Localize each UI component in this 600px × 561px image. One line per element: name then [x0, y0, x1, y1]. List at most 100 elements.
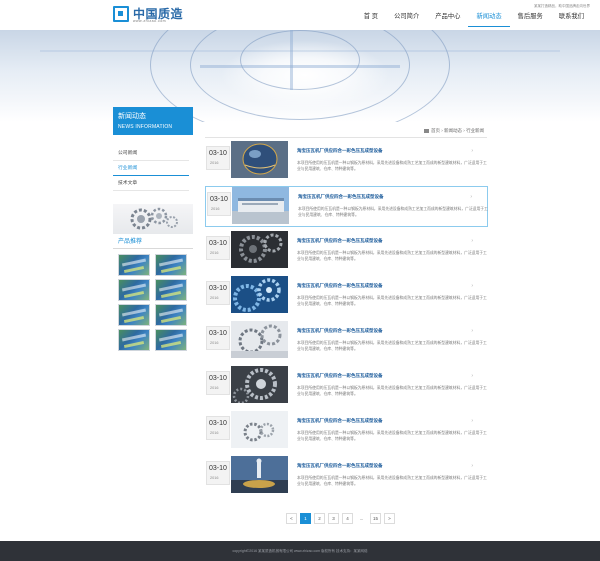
news-item[interactable]: 03-10 2016 淘宝压瓦机厂供应四合一彩色压瓦成型设备 本项目所使用的压瓦… — [205, 231, 488, 272]
hero-banner — [0, 30, 600, 122]
products-title: 产品推荐 — [113, 236, 193, 249]
page-ellipsis: ... — [356, 513, 367, 524]
header-slogan: 某某打造精品，助中国品牌走向世界 — [534, 4, 590, 8]
nav-service[interactable]: 售后服务 — [510, 13, 551, 27]
product-thumbnail[interactable] — [155, 329, 187, 351]
news-item[interactable]: 03-10 2016 淘宝压瓦机厂供应四合一彩色压瓦成型设备 本项目所使用的压瓦… — [205, 456, 488, 497]
date-box: 03-10 2016 — [206, 416, 230, 440]
banner-beam — [200, 65, 400, 68]
news-summary: 本项目所使用的压瓦机是一种以钢板为原材料，采用先进设备和成熟工艺加工而成的新型建… — [297, 296, 487, 306]
date-year: 2016 — [210, 386, 219, 390]
product-thumbnail[interactable] — [118, 304, 150, 326]
date-month-day: 03-10 — [209, 465, 227, 472]
more-arrow-icon[interactable]: › — [471, 328, 473, 334]
logo-icon — [113, 6, 129, 22]
news-thumbnail[interactable] — [231, 231, 288, 268]
business-image — [231, 456, 288, 493]
news-item[interactable]: 03-10 2016 淘宝压瓦机厂供应四合一彩色压瓦成型设备 本项目所使用的压瓦… — [205, 411, 488, 452]
breadcrumb-divider — [205, 137, 487, 138]
site-logo[interactable]: 中国质造 www.zhizao.com — [113, 6, 183, 24]
news-thumbnail[interactable] — [231, 411, 288, 448]
nav-contact[interactable]: 联系我们 — [551, 13, 592, 27]
product-thumbnail[interactable] — [155, 279, 187, 301]
news-title[interactable]: 淘宝压瓦机厂供应四合一彩色压瓦成型设备 — [297, 283, 383, 289]
news-summary: 本项目所使用的压瓦机是一种以钢板为原材料，采用先进设备和成熟工艺加工而成的新型建… — [297, 341, 487, 351]
breadcrumb-news[interactable]: 新闻动态 — [444, 128, 462, 133]
banner-arc — [240, 30, 360, 90]
news-item[interactable]: 03-10 2016 淘宝压瓦机厂供应四合一彩色压瓦成型设备 本项目所使用的压瓦… — [205, 321, 488, 362]
news-thumbnail[interactable] — [231, 366, 288, 403]
product-thumbnail[interactable] — [118, 329, 150, 351]
news-thumbnail[interactable] — [232, 187, 289, 224]
sidebar-item-company-news[interactable]: 公司新闻 — [113, 146, 189, 161]
product-thumbnail[interactable] — [155, 254, 187, 276]
date-year: 2016 — [210, 161, 219, 165]
news-summary: 本项目所使用的压瓦机是一种以钢板为原材料，采用先进设备和成熟工艺加工而成的新型建… — [297, 431, 487, 441]
news-title[interactable]: 淘宝压瓦机厂供应四合一彩色压瓦成型设备 — [297, 328, 383, 334]
pagination: < 1 2 3 4 ... 15 > — [286, 513, 395, 524]
more-arrow-icon[interactable]: › — [471, 373, 473, 379]
date-year: 2016 — [210, 476, 219, 480]
news-title[interactable]: 淘宝压瓦机厂供应四合一彩色压瓦成型设备 — [297, 373, 383, 379]
nav-news[interactable]: 新闻动态 — [468, 13, 510, 27]
date-month-day: 03-10 — [209, 330, 227, 337]
news-item[interactable]: 03-10 2016 淘宝压瓦机厂供应四合一彩色压瓦成型设备 本项目所使用的压瓦… — [205, 276, 488, 317]
factory-image — [232, 187, 289, 224]
nav-home[interactable]: 首 页 — [356, 13, 386, 27]
product-thumbnail[interactable] — [118, 254, 150, 276]
sidebar-item-tech-articles[interactable]: 技术文章 — [113, 176, 189, 191]
date-box: 03-10 2016 — [206, 326, 230, 350]
prev-page-button[interactable]: < — [286, 513, 297, 524]
more-arrow-icon[interactable]: › — [471, 148, 473, 154]
main-nav: 首 页 公司简介 产品中心 新闻动态 售后服务 联系我们 — [356, 13, 592, 27]
page-button-1[interactable]: 1 — [300, 513, 311, 524]
more-arrow-icon[interactable]: › — [471, 418, 473, 424]
date-box: 03-10 2016 — [206, 236, 230, 260]
news-item[interactable]: 03-10 2016 淘宝压瓦机厂供应四合一彩色压瓦成型设备 本项目所使用的压瓦… — [205, 366, 488, 407]
more-arrow-icon[interactable]: › — [471, 283, 473, 289]
more-arrow-icon[interactable]: › — [470, 194, 472, 200]
news-item[interactable]: 03-10 2016 淘宝压瓦机厂供应四合一彩色压瓦成型设备 本项目所使用的压瓦… — [205, 141, 488, 182]
product-thumbnail[interactable] — [155, 304, 187, 326]
news-thumbnail[interactable] — [231, 141, 288, 178]
page-button-3[interactable]: 3 — [328, 513, 339, 524]
date-month-day: 03-10 — [210, 196, 228, 203]
date-year: 2016 — [210, 341, 219, 345]
sidebar-item-industry-news[interactable]: 行业新闻 — [113, 161, 189, 176]
news-summary: 本项目所使用的压瓦机是一种以钢板为原材料，采用先进设备和成熟工艺加工而成的新型建… — [297, 386, 487, 396]
white-gears-image — [231, 321, 288, 358]
news-thumbnail[interactable] — [231, 276, 288, 313]
news-item[interactable]: 03-10 2016 淘宝压瓦机厂供应四合一彩色压瓦成型设备 本项目所使用的压瓦… — [205, 186, 488, 227]
nav-about[interactable]: 公司简介 — [386, 13, 427, 27]
breadcrumb-home[interactable]: 首页 — [431, 128, 440, 133]
nav-products[interactable]: 产品中心 — [427, 13, 468, 27]
sidebar-title-en: NEWS INFORMATION — [118, 124, 173, 130]
news-summary: 本项目所使用的压瓦机是一种以钢板为原材料，采用先进设备和成熟工艺加工而成的新型建… — [297, 476, 487, 486]
news-summary: 本项目所使用的压瓦机是一种以钢板为原材料，采用先进设备和成熟工艺加工而成的新型建… — [298, 207, 488, 217]
news-title[interactable]: 淘宝压瓦机厂供应四合一彩色压瓦成型设备 — [297, 238, 383, 244]
logo-subtext: www.zhizao.com — [133, 19, 167, 23]
news-thumbnail[interactable] — [231, 456, 288, 493]
news-title[interactable]: 淘宝压瓦机厂供应四合一彩色压瓦成型设备 — [298, 194, 384, 200]
breadcrumb-separator: › — [463, 128, 465, 133]
sidebar-gears-image — [113, 204, 193, 234]
page-button-2[interactable]: 2 — [314, 513, 325, 524]
product-thumbnail[interactable] — [118, 279, 150, 301]
page-button-15[interactable]: 15 — [370, 513, 381, 524]
news-thumbnail[interactable] — [231, 321, 288, 358]
recommended-products: 产品推荐 — [113, 236, 193, 351]
next-page-button[interactable]: > — [384, 513, 395, 524]
news-title[interactable]: 淘宝压瓦机厂供应四合一彩色压瓦成型设备 — [297, 148, 383, 154]
news-title[interactable]: 淘宝压瓦机厂供应四合一彩色压瓦成型设备 — [297, 463, 383, 469]
more-arrow-icon[interactable]: › — [471, 238, 473, 244]
date-month-day: 03-10 — [209, 240, 227, 247]
page-button-4[interactable]: 4 — [342, 513, 353, 524]
date-month-day: 03-10 — [209, 150, 227, 157]
breadcrumb-separator: › — [441, 128, 443, 133]
banner-beam — [40, 50, 560, 52]
news-list: 03-10 2016 淘宝压瓦机厂供应四合一彩色压瓦成型设备 本项目所使用的压瓦… — [205, 141, 488, 501]
breadcrumb: 首页 › 新闻动态 › 行业新闻 — [424, 128, 484, 134]
news-title[interactable]: 淘宝压瓦机厂供应四合一彩色压瓦成型设备 — [297, 418, 383, 424]
more-arrow-icon[interactable]: › — [471, 463, 473, 469]
breadcrumb-industry[interactable]: 行业新闻 — [466, 128, 484, 133]
